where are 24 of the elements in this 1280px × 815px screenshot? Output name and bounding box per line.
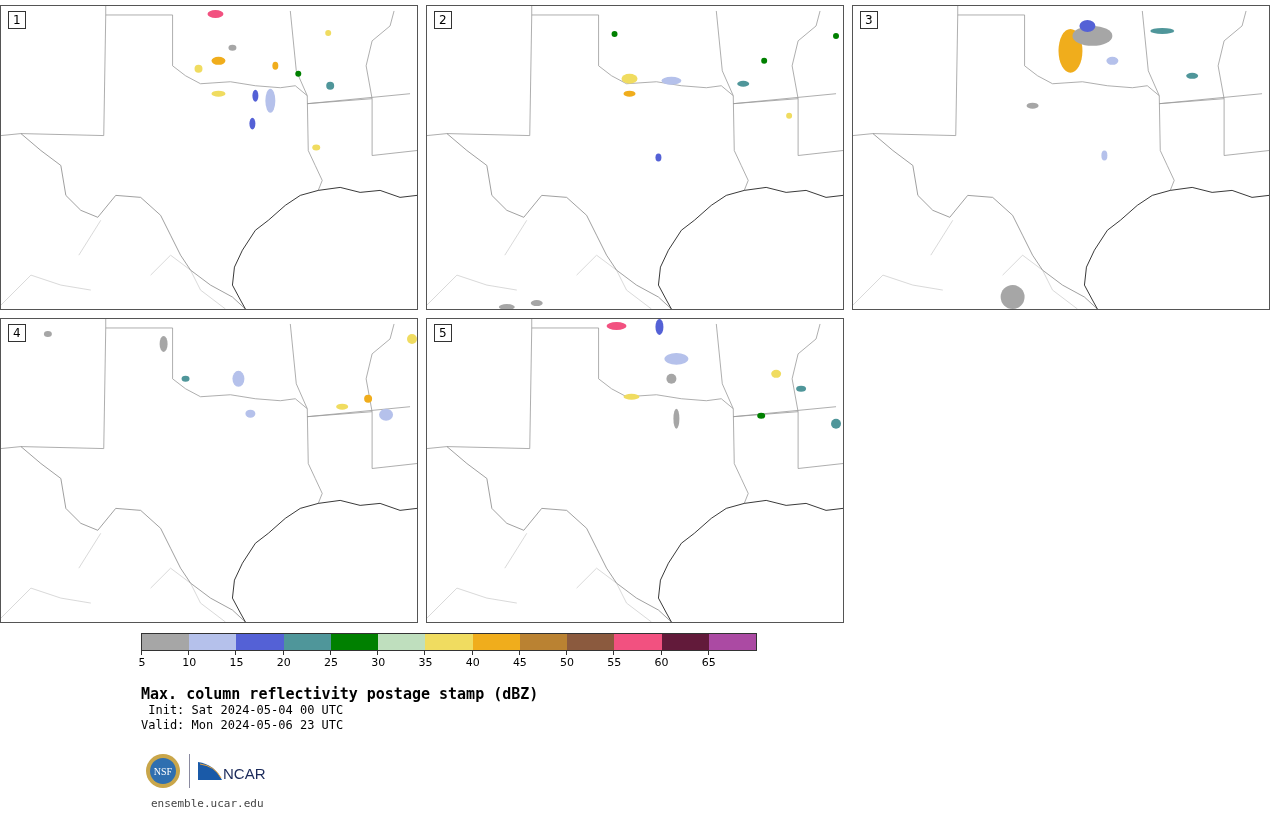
colorbar-tick-label: 10 xyxy=(182,656,197,669)
nsf-logo: NSF xyxy=(145,753,181,789)
chart-title: Max. column reflectivity postage stamp (dBZ) xyxy=(141,685,540,703)
ncar-logo: NCAR xyxy=(198,760,272,782)
panel-number: 2 xyxy=(434,11,452,29)
colorbar-tick-label: 40 xyxy=(465,656,480,669)
colorbar-tick-label: 65 xyxy=(701,656,716,669)
colorbar-tick-label: 45 xyxy=(512,656,527,669)
panel-number: 1 xyxy=(8,11,26,29)
colorbar-tick-label: 20 xyxy=(276,656,291,669)
site-url: ensemble.ucar.edu xyxy=(150,797,265,810)
colorbar-tick-label: 30 xyxy=(371,656,386,669)
colorbar-tick-label: 50 xyxy=(560,656,575,669)
colorbar-tick-label: 5 xyxy=(138,656,146,669)
colorbar-tick-label: 55 xyxy=(607,656,622,669)
colorbar-tick-label: 15 xyxy=(229,656,244,669)
colorbar-tick-label: 60 xyxy=(654,656,669,669)
colorbar-tick-label: 35 xyxy=(418,656,433,669)
colorbar-tick-label: 25 xyxy=(323,656,338,669)
panel-number: 5 xyxy=(434,324,452,342)
panel-number: 4 xyxy=(8,324,26,342)
valid-time: Valid: Mon 2024-05-06 23 UTC xyxy=(141,718,345,733)
panel-number: 3 xyxy=(860,11,878,29)
init-time: Init: Sat 2024-05-04 00 UTC xyxy=(147,703,345,718)
